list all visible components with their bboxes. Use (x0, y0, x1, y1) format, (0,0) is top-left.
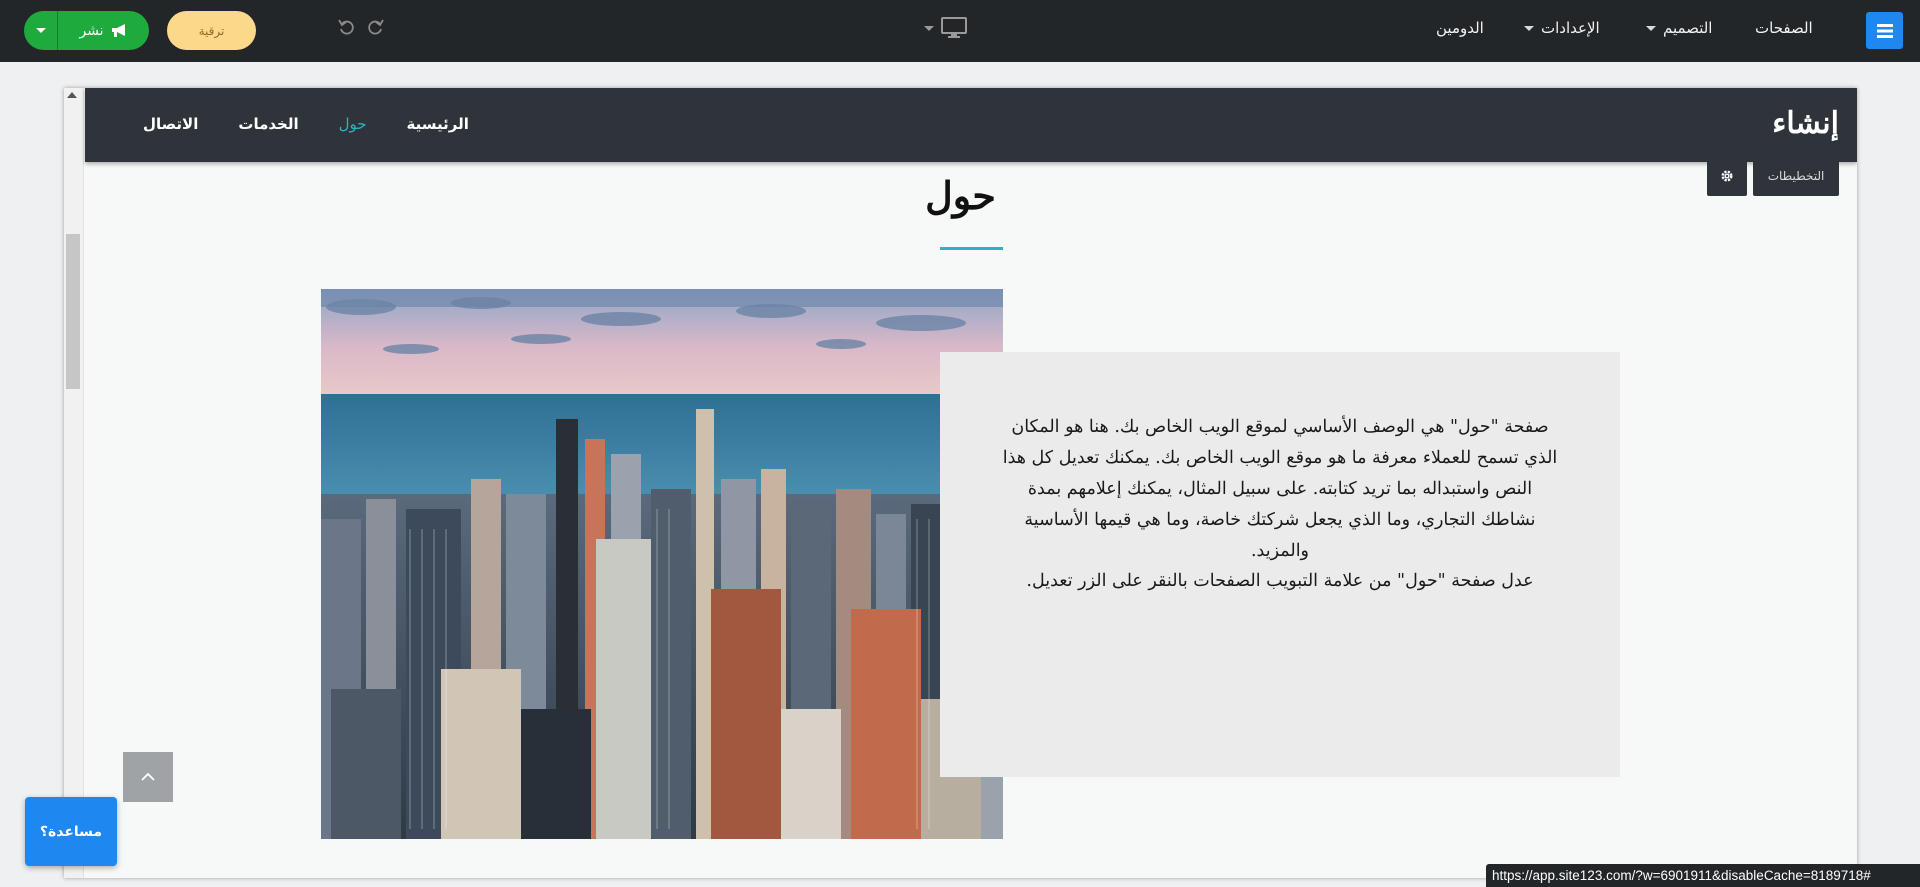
nav-settings[interactable]: الإعدادات (1524, 18, 1600, 38)
site-preview-frame: إنشاء الرئيسية حول الخدمات الاتصال التخط… (64, 88, 1857, 878)
scrollbar-thumb[interactable] (66, 234, 80, 389)
city-skyline-photo (321, 289, 1003, 839)
status-bar-url: https://app.site123.com/?w=6901911&disab… (1486, 864, 1920, 887)
site123-logo-button[interactable] (1866, 12, 1903, 49)
page-title: حول (925, 173, 996, 218)
publish-button-group: نشر (24, 11, 149, 50)
nav-design-label: التصميم (1663, 19, 1713, 37)
about-text-box[interactable]: صفحة "حول" هي الوصف الأساسي لموقع الويب … (940, 352, 1620, 777)
publish-options-button[interactable] (24, 11, 58, 50)
megaphone-icon (111, 23, 125, 37)
site-nav-about[interactable]: حول (319, 113, 387, 135)
publish-button-label: نشر (79, 22, 104, 39)
help-button[interactable]: مساعدة؟ (25, 797, 117, 866)
upgrade-button[interactable]: ترقية (167, 11, 256, 50)
desktop-icon (941, 17, 967, 38)
site-menu-icon (1876, 23, 1893, 38)
about-paragraph-2: عدل صفحة "حول" من علامة التبويب الصفحات … (1026, 571, 1534, 591)
site-header: إنشاء الرئيسية حول الخدمات الاتصال (85, 88, 1857, 162)
chevron-down-icon (35, 28, 46, 33)
publish-button[interactable]: نشر (58, 11, 149, 50)
site-nav-services[interactable]: الخدمات (218, 113, 318, 135)
site-nav-home[interactable]: الرئيسية (387, 113, 489, 135)
upgrade-button-label: ترقية (198, 23, 225, 38)
editor-toolbar: الصفحات التصميم الإعدادات الدومين ترقية (0, 0, 1920, 62)
site-nav-contact[interactable]: الاتصال (123, 113, 218, 135)
help-button-label: مساعدة؟ (39, 823, 103, 840)
chevron-down-icon (1524, 25, 1534, 31)
chevron-down-icon (1646, 25, 1656, 31)
nav-pages-label: الصفحات (1755, 19, 1813, 37)
about-paragraph-1: صفحة "حول" هي الوصف الأساسي لموقع الويب … (1002, 417, 1558, 561)
nav-settings-label: الإعدادات (1541, 19, 1600, 37)
site-nav-menu: الرئيسية حول الخدمات الاتصال (123, 113, 489, 135)
nav-domain-label: الدومين (1436, 19, 1484, 37)
scroll-up-arrow-icon[interactable] (67, 92, 77, 98)
undo-icon[interactable] (337, 17, 357, 37)
redo-icon[interactable] (365, 17, 385, 37)
device-switcher[interactable] (924, 16, 968, 40)
chevron-up-icon (141, 772, 155, 781)
chevron-down-icon (924, 25, 934, 31)
nav-pages[interactable]: الصفحات (1755, 18, 1813, 38)
nav-design[interactable]: التصميم (1646, 18, 1712, 38)
scroll-to-top-button[interactable] (123, 752, 173, 802)
nav-domain[interactable]: الدومين (1436, 18, 1484, 38)
title-underline (940, 247, 1003, 250)
site-brand[interactable]: إنشاء (1772, 102, 1839, 146)
